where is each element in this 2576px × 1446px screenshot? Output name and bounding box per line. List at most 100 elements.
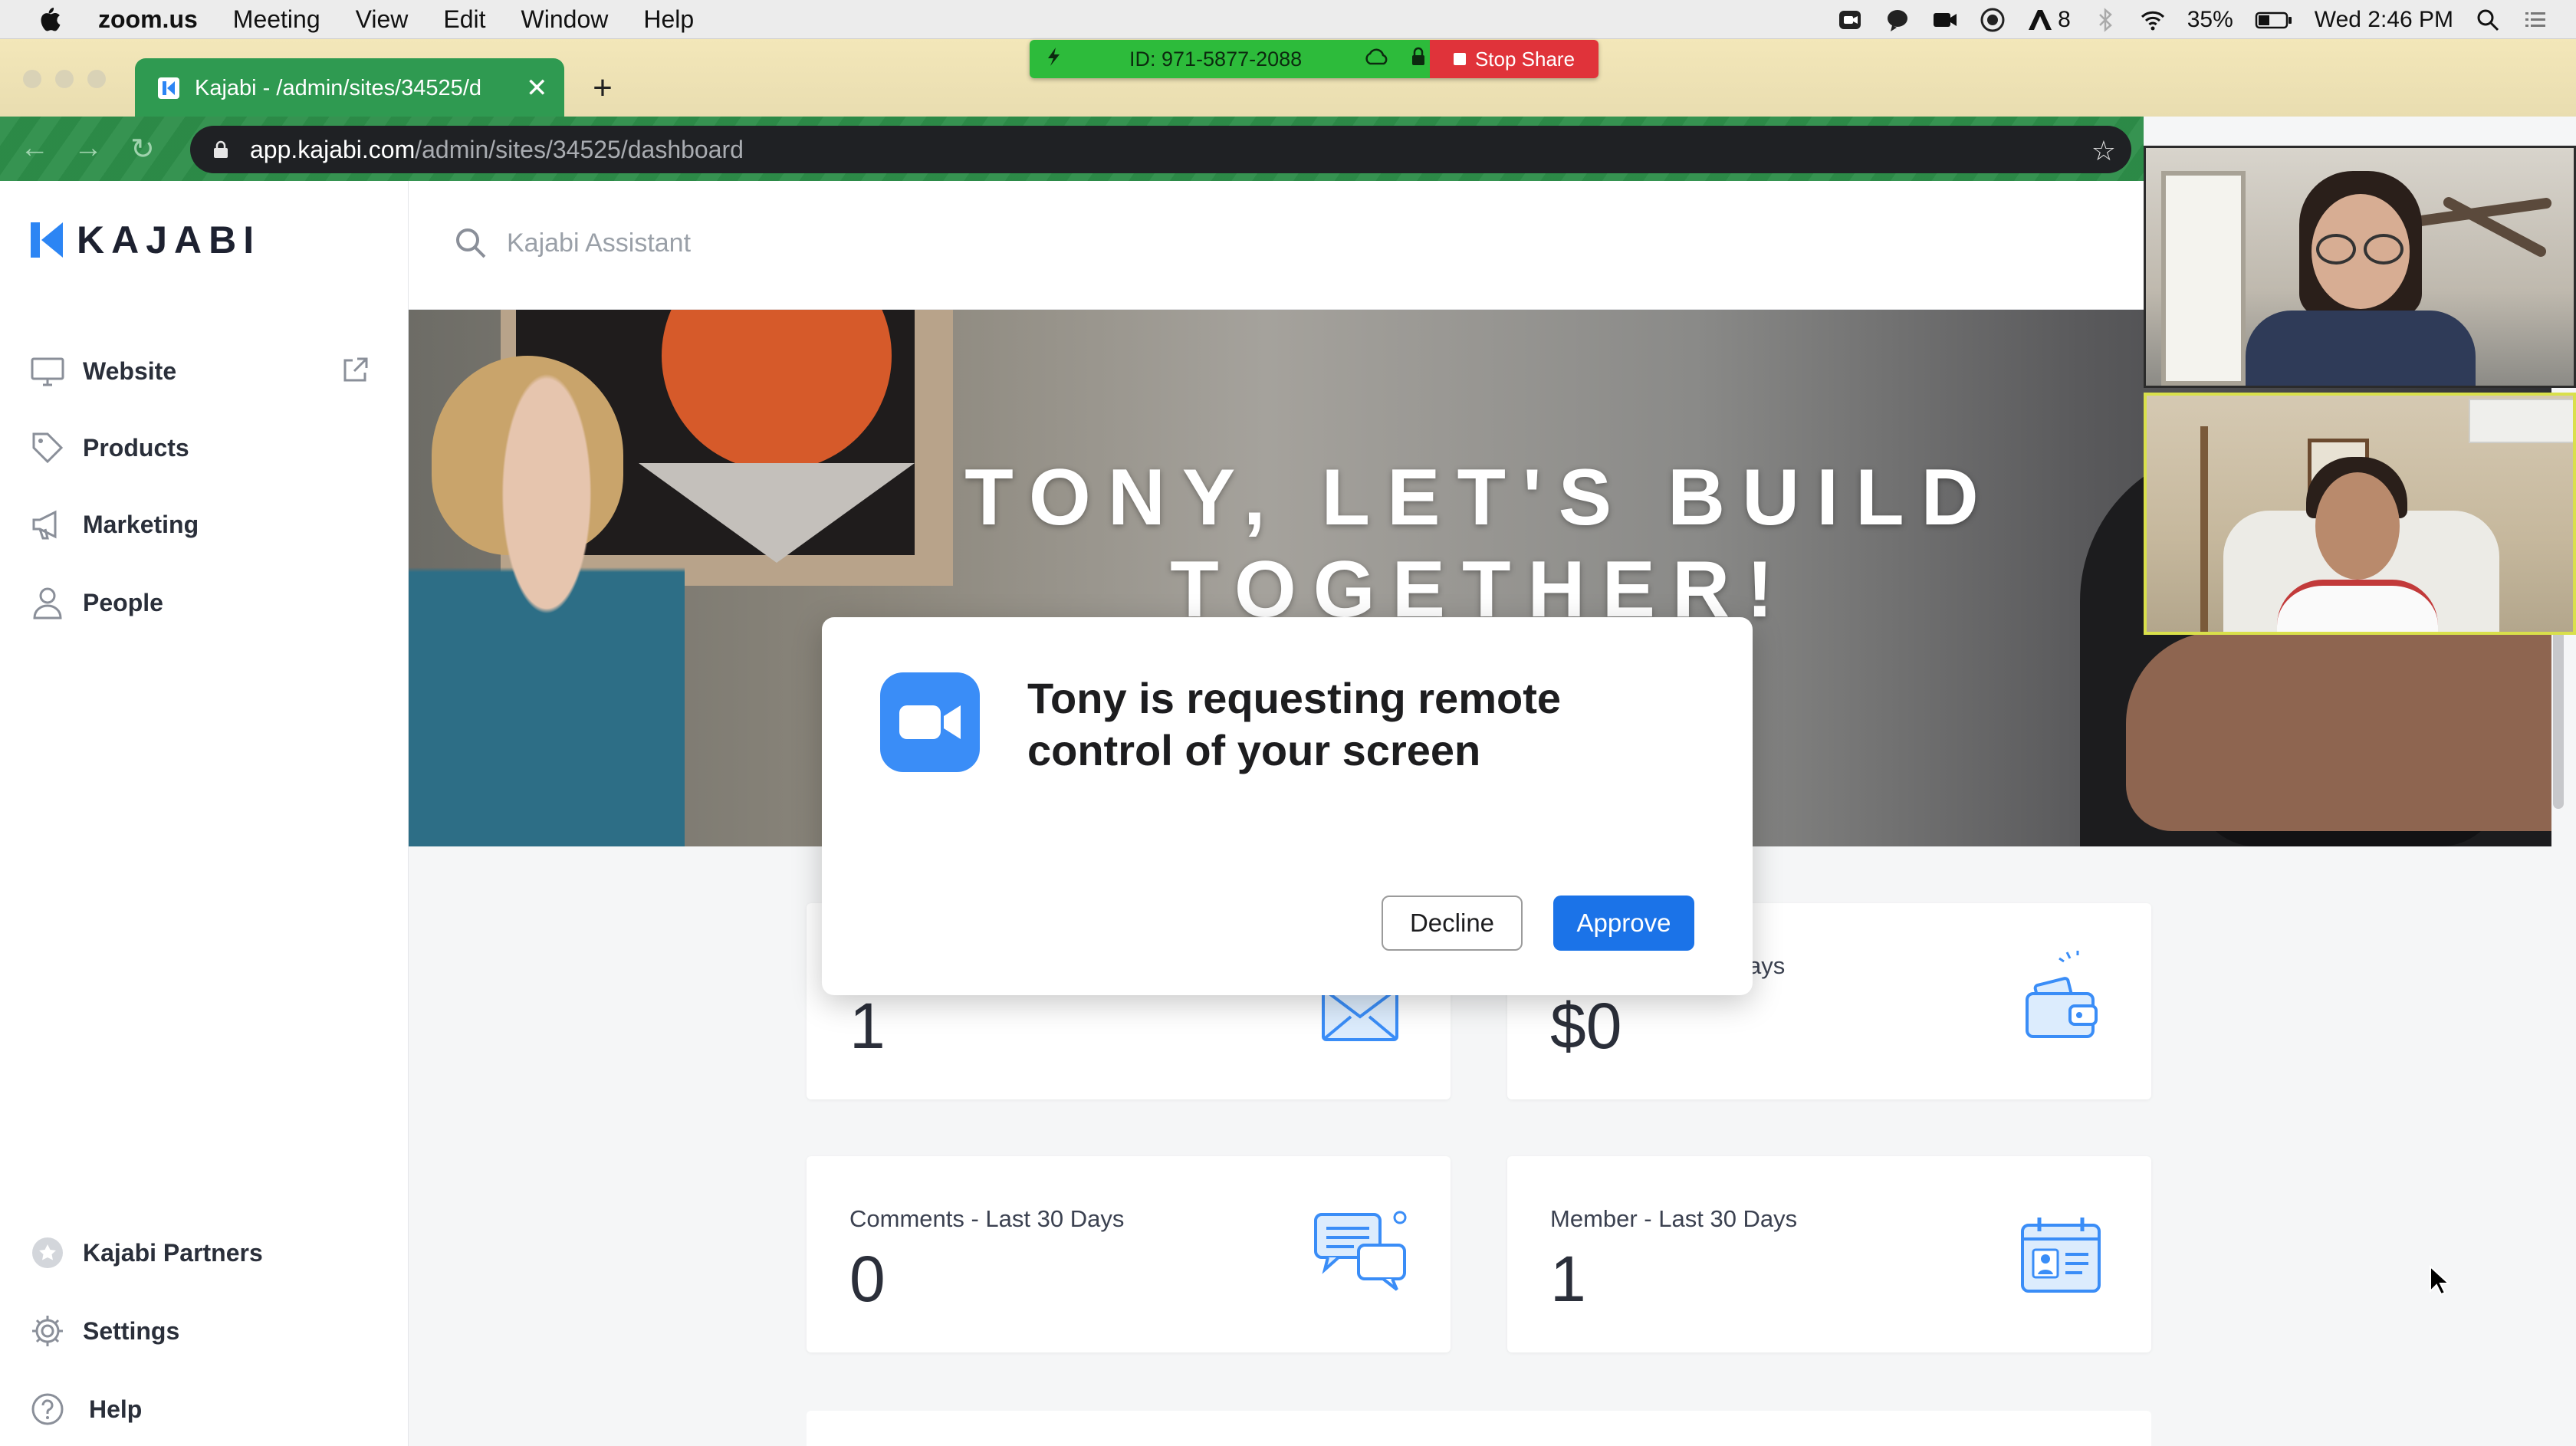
megaphone-icon bbox=[29, 506, 66, 543]
adobe-icon[interactable]: 8 bbox=[2027, 7, 2071, 33]
apple-menu-icon[interactable] bbox=[37, 6, 61, 32]
bookmark-star-icon[interactable]: ☆ bbox=[2091, 135, 2116, 167]
window-minimize-button[interactable] bbox=[55, 70, 74, 88]
sidebar-item-label: Website bbox=[83, 357, 177, 385]
cloud-icon bbox=[1363, 48, 1391, 71]
menu-help[interactable]: Help bbox=[643, 5, 694, 34]
forward-arrow-icon[interactable]: → bbox=[74, 132, 103, 165]
back-arrow-icon[interactable]: ← bbox=[20, 132, 49, 165]
tab-close-icon[interactable]: ✕ bbox=[526, 73, 548, 104]
battery-percent: 35% bbox=[2187, 6, 2233, 32]
stat-card-comments[interactable]: Comments - Last 30 Days 0 bbox=[807, 1156, 1451, 1352]
video-person-2-shirt bbox=[2277, 580, 2438, 632]
wallet-icon bbox=[2013, 948, 2108, 1043]
stop-share-button[interactable]: Stop Share bbox=[1430, 40, 1598, 78]
video-person-1-glasses bbox=[2364, 234, 2404, 265]
chat-status-icon[interactable] bbox=[1884, 7, 1911, 33]
new-tab-button[interactable]: + bbox=[584, 69, 621, 107]
video-tile-participant-1[interactable] bbox=[2144, 146, 2576, 388]
video-tile-participant-2-active-speaker[interactable] bbox=[2144, 393, 2576, 635]
kajabi-assistant-bar: Kajabi Assistant bbox=[409, 181, 2144, 310]
sidebar-item-settings[interactable]: Settings bbox=[29, 1313, 179, 1349]
spotlight-search-icon[interactable] bbox=[2475, 7, 2501, 33]
sidebar-item-website[interactable]: Website bbox=[29, 353, 176, 389]
browser-tab-kajabi[interactable]: Kajabi - /admin/sites/34525/d ✕ bbox=[135, 58, 564, 118]
clock[interactable]: Wed 2:46 PM bbox=[2315, 7, 2453, 33]
sidebar-item-marketing[interactable]: Marketing bbox=[29, 506, 199, 543]
stat-card-label: Comments - Last 30 Days bbox=[849, 1205, 1125, 1232]
menu-window[interactable]: Window bbox=[521, 5, 609, 34]
star-badge-icon bbox=[29, 1234, 66, 1271]
kajabi-k-icon bbox=[31, 222, 63, 258]
sidebar-item-label: Products bbox=[83, 433, 189, 462]
window-close-button[interactable] bbox=[23, 70, 41, 88]
stop-icon bbox=[1453, 53, 1466, 65]
tag-icon bbox=[29, 429, 66, 466]
decline-button[interactable]: Decline bbox=[1382, 896, 1523, 951]
menu-app-name[interactable]: zoom.us bbox=[98, 5, 198, 34]
record-icon[interactable] bbox=[1980, 7, 2006, 33]
notification-center-icon[interactable] bbox=[2522, 7, 2548, 33]
sidebar-item-kajabi-partners[interactable]: Kajabi Partners bbox=[29, 1234, 263, 1271]
lock-icon bbox=[1411, 47, 1426, 72]
menu-meeting[interactable]: Meeting bbox=[233, 5, 320, 34]
meeting-info[interactable]: ID: 971-5877-2088 bbox=[1030, 40, 1430, 78]
window-zoom-button[interactable] bbox=[87, 70, 106, 88]
stat-card-label: ays bbox=[1748, 952, 1786, 979]
sidebar-item-label: Settings bbox=[83, 1316, 180, 1345]
help-circle-icon bbox=[29, 1391, 66, 1428]
sidebar-item-people[interactable]: People bbox=[29, 584, 163, 621]
meeting-id: ID: 971-5877-2088 bbox=[1129, 47, 1303, 71]
adobe-badge-count: 8 bbox=[2058, 6, 2071, 32]
address-bar[interactable]: app.kajabi.com/admin/sites/34525/dashboa… bbox=[190, 126, 2131, 173]
stat-card-members[interactable]: Member - Last 30 Days 1 bbox=[1507, 1156, 2151, 1352]
sidebar-item-products[interactable]: Products bbox=[29, 429, 189, 466]
stat-card-value: 0 bbox=[849, 1243, 886, 1315]
secure-lock-icon[interactable] bbox=[213, 140, 228, 159]
stop-share-label: Stop Share bbox=[1474, 47, 1576, 71]
battery-icon[interactable] bbox=[2255, 7, 2293, 33]
search-input[interactable]: Kajabi Assistant bbox=[507, 228, 691, 258]
page-scrollbar[interactable] bbox=[2553, 621, 2564, 809]
kajabi-sidebar: KAJABI Website Products Marketing People… bbox=[0, 181, 409, 1446]
stat-card-value: $0 bbox=[1550, 990, 1622, 1062]
gear-icon bbox=[29, 1313, 66, 1349]
bluetooth-icon[interactable] bbox=[2092, 7, 2118, 33]
video-person-1-body bbox=[2246, 311, 2476, 386]
search-icon[interactable] bbox=[453, 225, 488, 261]
monitor-icon bbox=[29, 353, 66, 389]
mouse-cursor-icon bbox=[2430, 1265, 2450, 1296]
dialog-message: Tony is requesting remote control of you… bbox=[1027, 674, 1561, 774]
kajabi-logo[interactable]: KAJABI bbox=[29, 218, 261, 262]
kajabi-favicon-icon bbox=[158, 77, 179, 99]
zoom-app-icon bbox=[880, 672, 980, 772]
remote-control-request-dialog: Tony is requesting remote control of you… bbox=[822, 617, 1753, 995]
member-card-icon bbox=[2013, 1210, 2108, 1305]
share-status-icon bbox=[1045, 46, 1062, 73]
chat-bubbles-icon bbox=[1313, 1207, 1408, 1302]
wifi-icon[interactable] bbox=[2140, 7, 2166, 33]
stat-card-value: 1 bbox=[849, 990, 886, 1062]
hero-photo-arm bbox=[2126, 632, 2551, 831]
person-icon bbox=[29, 584, 66, 621]
browser-toolbar: ← → ↻ app.kajabi.com/admin/sites/34525/d… bbox=[0, 117, 2144, 181]
reload-icon[interactable]: ↻ bbox=[130, 132, 155, 166]
sidebar-item-label: Help bbox=[89, 1395, 143, 1423]
sidebar-item-label: Marketing bbox=[83, 510, 199, 538]
zoom-status-icon[interactable] bbox=[1837, 7, 1863, 33]
url-host: app.kajabi.com bbox=[250, 135, 416, 163]
menu-edit[interactable]: Edit bbox=[443, 5, 485, 34]
video-person-1-glasses bbox=[2316, 234, 2356, 265]
external-link-icon[interactable] bbox=[340, 356, 370, 385]
video-camera-icon[interactable] bbox=[1932, 7, 1958, 33]
video-person-2-face bbox=[2315, 472, 2400, 580]
mac-menu-bar: zoom.us Meeting View Edit Window Help 8 … bbox=[0, 0, 2576, 39]
video-background-lamp bbox=[2200, 426, 2208, 632]
menu-view[interactable]: View bbox=[356, 5, 409, 34]
sidebar-item-help[interactable]: Help bbox=[29, 1391, 142, 1428]
stat-card-label: Member - Last 30 Days bbox=[1550, 1205, 1798, 1232]
stat-card-partial bbox=[807, 1411, 2151, 1446]
sidebar-item-label: People bbox=[83, 588, 163, 616]
approve-button[interactable]: Approve bbox=[1553, 896, 1694, 951]
video-background-window bbox=[2161, 171, 2246, 386]
